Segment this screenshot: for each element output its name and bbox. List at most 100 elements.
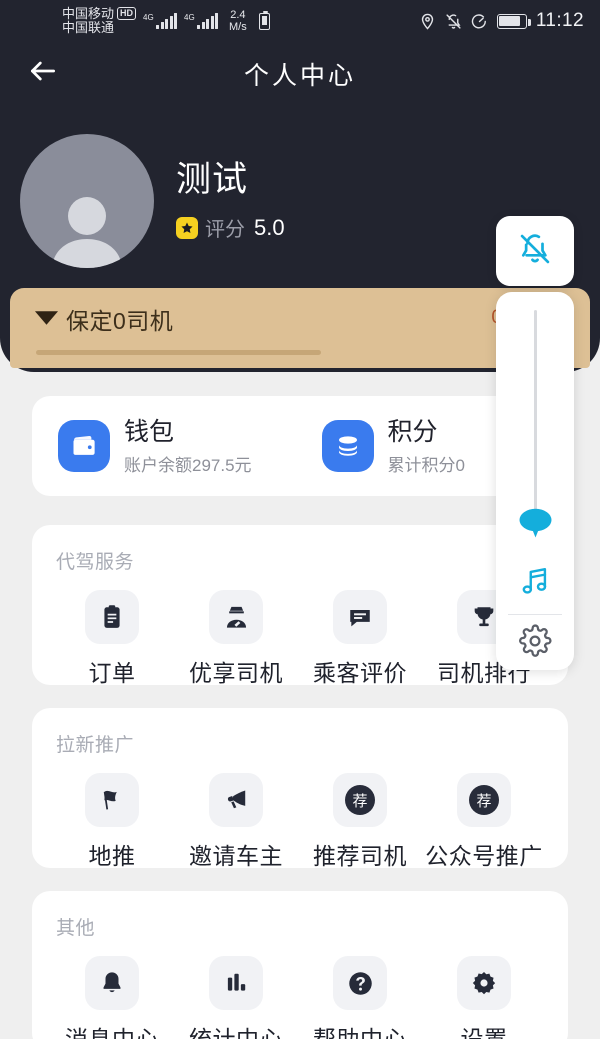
volume-panel-divider	[508, 614, 562, 615]
data-saver-icon	[471, 13, 488, 30]
balance-card: 钱包 账户余额297.5元 积分 累计积分0	[32, 396, 568, 496]
gear-icon	[518, 623, 552, 663]
profile-name: 测试	[176, 159, 249, 199]
volume-music-button[interactable]	[496, 554, 574, 612]
wallet-balance: 账户余额297.5元	[124, 455, 252, 475]
status-bar: 中国移动 HD 中国联通 4G 4G 2.4 M/s 11:12	[0, 0, 600, 42]
coins-icon	[321, 420, 374, 472]
grid-item-ground-promo[interactable]: 地推	[50, 773, 174, 871]
diamond-icon	[34, 307, 59, 332]
network-speed-unit: M/s	[229, 21, 247, 33]
membership-title: 保定0司机	[66, 308, 174, 334]
recommend-chip-icon: 荐	[333, 773, 387, 827]
star-icon	[176, 216, 198, 239]
grid-item-recommend-driver[interactable]: 荐 推荐司机	[298, 773, 422, 871]
network-type-sim1: 4G	[143, 13, 154, 22]
grid-item-orders[interactable]: 订单	[50, 590, 174, 688]
gear-icon	[457, 956, 511, 1010]
carrier-secondary: 中国联通	[62, 20, 115, 35]
status-bar-right: 11:12	[419, 10, 584, 32]
grid-item-message-center[interactable]: 消息中心	[50, 956, 174, 1039]
signal-bars-sim2: 4G	[184, 13, 219, 29]
promotion-section-card: 拉新推广 地推 邀请车主 荐 推荐司机 荐 公众号推广	[32, 708, 568, 871]
other-grid: 消息中心 统计中心 帮助中心 设置	[32, 940, 568, 1039]
nav-bar: 个人中心	[0, 44, 600, 100]
points-total: 累计积分0	[387, 455, 466, 475]
volume-panel	[496, 292, 574, 670]
recommend-chip-text: 荐	[469, 785, 499, 815]
battery-icon	[496, 13, 531, 29]
comment-icon	[333, 590, 387, 644]
music-note-icon	[518, 564, 552, 603]
service-section-title: 代驾服务	[56, 552, 135, 573]
grid-label: 优享司机	[189, 660, 283, 686]
question-circle-icon	[333, 956, 387, 1010]
recommend-chip-text: 荐	[345, 785, 375, 815]
promotion-section-title: 拉新推广	[56, 735, 135, 756]
grid-label: 乘客评价	[313, 660, 407, 686]
grid-label: 公众号推广	[425, 843, 543, 869]
grid-item-settings[interactable]: 设置	[422, 956, 546, 1039]
points-name: 积分	[387, 417, 438, 446]
network-type-sim2: 4G	[184, 13, 195, 22]
wallet-texts: 钱包 账户余额297.5元	[124, 417, 252, 476]
wallet-entry[interactable]: 钱包 账户余额297.5元	[58, 417, 252, 476]
user-avatar-icon	[44, 190, 130, 268]
avatar[interactable]	[20, 134, 154, 268]
status-bar-left: 中国移动 HD 中国联通 4G 4G 2.4 M/s	[62, 6, 270, 35]
points-texts: 积分 累计积分0	[388, 417, 465, 476]
grid-label: 订单	[88, 660, 136, 686]
carrier-names: 中国移动 HD 中国联通	[62, 6, 137, 35]
membership-divider	[36, 350, 321, 355]
clipboard-icon	[85, 590, 139, 644]
battery-small-icon	[258, 10, 270, 30]
carrier-primary: 中国移动 HD	[62, 6, 137, 21]
service-grid: 订单 优享司机 乘客评价 司机排行	[32, 574, 568, 688]
profile-texts: 测试 评分 5.0	[176, 160, 285, 242]
clock: 11:12	[535, 10, 584, 31]
grid-item-invite-owner[interactable]: 邀请车主	[174, 773, 298, 871]
rating-label: 评分	[205, 219, 245, 242]
grid-label: 地推	[88, 843, 136, 869]
flag-icon	[85, 773, 139, 827]
profile-rating: 评分 5.0	[176, 213, 285, 242]
service-section-card: 代驾服务 订单 优享司机 乘客评价 司机排行	[32, 525, 568, 688]
bell-icon	[85, 956, 139, 1010]
balance-row: 钱包 账户余额297.5元 积分 累计积分0	[32, 396, 568, 496]
grid-item-premium-driver[interactable]: 优享司机	[174, 590, 298, 688]
grid-label: 消息中心	[65, 1026, 159, 1039]
page-title: 个人中心	[243, 62, 356, 90]
other-section-title: 其他	[56, 918, 96, 939]
recommend-chip-icon: 荐	[457, 773, 511, 827]
volume-settings-button[interactable]	[496, 616, 574, 670]
grid-item-help-center[interactable]: 帮助中心	[298, 956, 422, 1039]
grid-item-official-account-promo[interactable]: 荐 公众号推广	[422, 773, 546, 871]
grid-item-passenger-reviews[interactable]: 乘客评价	[298, 590, 422, 688]
bar-chart-icon	[209, 956, 263, 1010]
location-icon	[419, 13, 436, 30]
grid-label: 设置	[460, 1026, 508, 1039]
grid-item-statistics-center[interactable]: 统计中心	[174, 956, 298, 1039]
grid-label: 帮助中心	[313, 1026, 407, 1039]
grid-label: 推荐司机	[313, 843, 407, 869]
wallet-icon	[58, 420, 110, 472]
wallet-name: 钱包	[124, 417, 175, 446]
volume-slider-track[interactable]	[534, 310, 537, 520]
bell-off-icon	[445, 13, 462, 30]
grid-label: 统计中心	[189, 1026, 283, 1039]
driver-icon	[209, 590, 263, 644]
network-speed: 2.4 M/s	[229, 9, 247, 34]
bell-off-icon	[517, 231, 553, 272]
slider-thumb-icon	[519, 508, 552, 542]
grid-label: 邀请车主	[189, 843, 283, 869]
volume-slider-thumb[interactable]	[519, 508, 552, 538]
rating-value: 5.0	[254, 214, 285, 240]
megaphone-icon	[209, 773, 263, 827]
hd-badge: HD	[117, 6, 137, 20]
points-entry[interactable]: 积分 累计积分0	[321, 417, 465, 476]
mute-toggle-button[interactable]	[496, 216, 574, 286]
profile-section: 测试 评分 5.0	[20, 134, 285, 268]
signal-bars-sim1: 4G	[143, 13, 178, 29]
network-speed-value: 2.4	[230, 8, 246, 21]
other-section-card: 其他 消息中心 统计中心 帮助中心 设置	[32, 891, 568, 1039]
